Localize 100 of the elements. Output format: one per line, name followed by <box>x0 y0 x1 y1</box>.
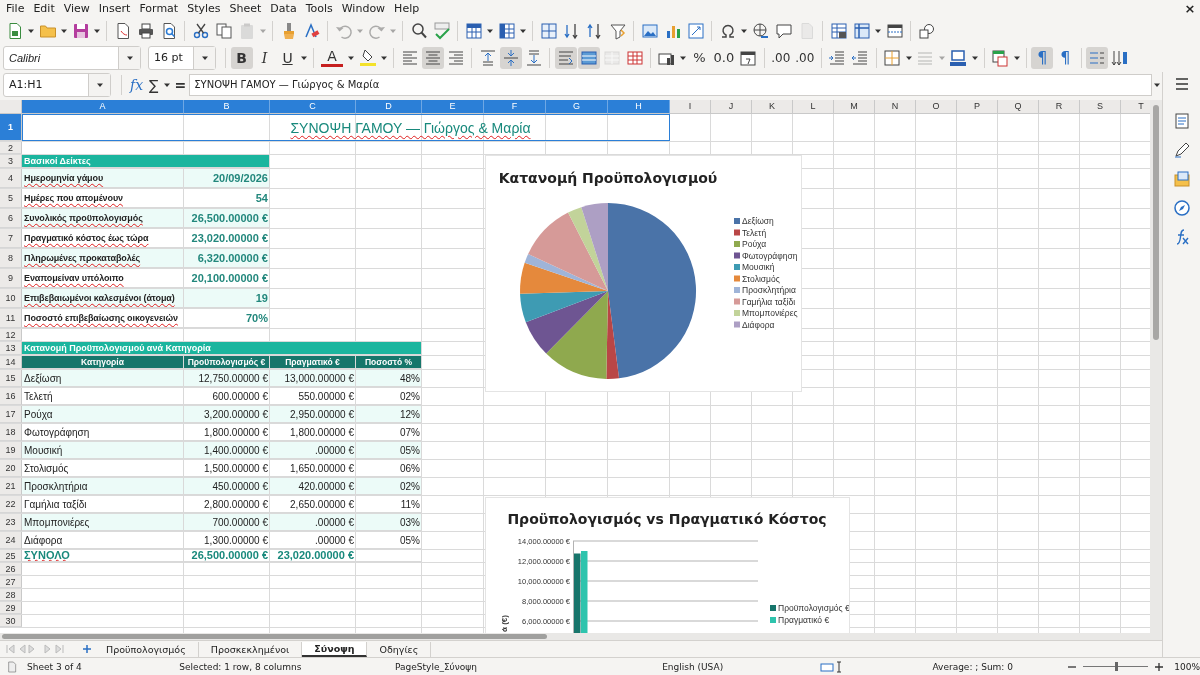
bold-button[interactable]: B <box>230 46 253 69</box>
legend-label: Ρούχα <box>742 239 767 249</box>
table-cell: 1,800.00000 € <box>184 424 270 441</box>
menu-item[interactable]: Insert <box>95 1 137 17</box>
add-sheet-icon[interactable] <box>80 642 94 656</box>
table-cell: 700.00000 € <box>184 514 270 531</box>
column-letter[interactable]: F <box>484 100 546 114</box>
row-number[interactable]: 18 <box>0 424 22 441</box>
menu-item[interactable]: Help <box>391 1 426 17</box>
column-letter[interactable]: J <box>711 100 752 114</box>
row-number[interactable]: 10 <box>0 289 22 308</box>
sheet-tab[interactable]: Σύνοψη <box>302 641 368 657</box>
sheet-tab[interactable]: Οδηγίες <box>367 641 432 657</box>
table-cell: Στολισμός <box>22 460 184 477</box>
legend-label: Προϋπολογισμός € <box>778 603 849 613</box>
status-text: Average: ; Sum: 0 <box>932 661 1014 672</box>
row-number[interactable]: 19 <box>0 442 22 459</box>
menu-item[interactable]: Format <box>136 1 185 17</box>
delete-decimal-button[interactable]: .00 <box>793 46 817 69</box>
column-letter[interactable]: P <box>957 100 998 114</box>
menu-item[interactable]: Window <box>338 1 392 17</box>
menu-item[interactable]: File <box>3 1 31 17</box>
row-number[interactable]: 3 <box>0 155 22 168</box>
row-number[interactable]: 25 <box>0 550 22 562</box>
table-header-cell: Προϋπολογισμός € <box>184 356 270 369</box>
formula-input[interactable]: ΣΥΝΟΨΗ ΓΑΜΟΥ — Γιώργος & Μαρία <box>189 73 1152 96</box>
number-format-button[interactable]: 0.0 <box>711 46 737 69</box>
column-letter[interactable]: R <box>1039 100 1080 114</box>
zoom-slider-handle[interactable] <box>1114 662 1118 671</box>
row-number[interactable]: 8 <box>0 249 22 268</box>
legend-label: Φωτογράφηση <box>742 250 798 261</box>
column-letter[interactable]: G <box>546 100 608 114</box>
sheet-tab[interactable]: Προϋπολογισμός <box>94 641 199 657</box>
column-letter[interactable]: N <box>875 100 916 114</box>
row-number[interactable]: 14 <box>0 356 22 369</box>
table-cell: 600.00000 € <box>184 388 270 405</box>
merged-cells-icon[interactable] <box>577 46 600 69</box>
row-number[interactable]: 26 <box>0 563 22 575</box>
menu-item[interactable]: Styles <box>184 1 227 17</box>
column-letter[interactable]: O <box>916 100 957 114</box>
row-number[interactable]: 13 <box>0 342 22 355</box>
menu-item[interactable]: View <box>60 1 96 17</box>
row-number[interactable]: 12 <box>0 329 22 341</box>
column-letter[interactable]: L <box>793 100 834 114</box>
row-number[interactable]: 17 <box>0 406 22 423</box>
table-cell: 1,500.00000 € <box>184 460 270 477</box>
column-letter[interactable]: E <box>422 100 484 114</box>
row-number[interactable]: 30 <box>0 615 22 627</box>
column-letter[interactable]: Q <box>998 100 1039 114</box>
row-number[interactable]: 15 <box>0 370 22 387</box>
row-number[interactable]: 5 <box>0 189 22 208</box>
row-number[interactable]: 4 <box>0 169 22 188</box>
section-header: Βασικοί Δείκτες <box>22 155 270 168</box>
table-cell: 2,950.00000 € <box>270 406 356 423</box>
close-button[interactable]: × <box>1180 1 1200 17</box>
column-letter[interactable]: D <box>356 100 422 114</box>
italic-button[interactable]: I <box>253 46 276 69</box>
row-number[interactable]: 2 <box>0 142 22 154</box>
menu-item[interactable]: Sheet <box>226 1 268 17</box>
row-number[interactable]: 9 <box>0 269 22 288</box>
row-number[interactable]: 27 <box>0 576 22 588</box>
menu-item[interactable]: Edit <box>30 1 61 17</box>
row-number[interactable]: 24 <box>0 532 22 549</box>
row-number[interactable]: 6 <box>0 209 22 228</box>
row-number[interactable]: 16 <box>0 388 22 405</box>
sum-button[interactable]: ∑ <box>146 73 162 96</box>
row-number[interactable]: 11 <box>0 309 22 328</box>
menu-item[interactable]: Tools <box>302 1 339 17</box>
add-decimal-button[interactable]: .00 <box>769 46 793 69</box>
table-cell: 1,650.00000 € <box>270 460 356 477</box>
row-number[interactable]: 7 <box>0 229 22 248</box>
function-wizard-button[interactable]: fx <box>127 73 147 96</box>
column-letter[interactable]: A <box>22 100 184 114</box>
right-to-left-button[interactable]: ¶ <box>1054 46 1077 69</box>
underline-button[interactable]: U <box>276 46 299 69</box>
menu-item[interactable]: Data <box>267 1 303 17</box>
row-number[interactable]: 23 <box>0 514 22 531</box>
row-number[interactable]: 29 <box>0 602 22 614</box>
percent-button[interactable]: % <box>688 46 711 69</box>
column-letter[interactable]: B <box>184 100 270 114</box>
align-middle-icon[interactable] <box>499 46 522 69</box>
table-cell: 23,020.00000 € <box>184 229 270 248</box>
column-letter[interactable]: I <box>670 100 711 114</box>
text-flow-icon[interactable] <box>1086 46 1109 69</box>
formula-button[interactable]: = <box>171 73 190 96</box>
legend-label: Διάφορα <box>742 319 775 330</box>
row-number[interactable]: 1 <box>0 114 22 141</box>
row-number[interactable]: 28 <box>0 589 22 601</box>
column-letter[interactable]: M <box>834 100 875 114</box>
column-letter[interactable]: T <box>1121 100 1150 114</box>
column-letter[interactable]: C <box>270 100 356 114</box>
row-number[interactable]: 21 <box>0 478 22 495</box>
column-letter[interactable]: H <box>608 100 670 114</box>
zoom-in-icon[interactable] <box>1154 661 1165 672</box>
wrap-text-icon[interactable] <box>554 46 577 69</box>
column-letter[interactable]: K <box>752 100 793 114</box>
column-letter[interactable]: S <box>1080 100 1121 114</box>
font-color-button[interactable]: A <box>321 48 343 67</box>
row-number[interactable]: 22 <box>0 496 22 513</box>
row-number[interactable]: 20 <box>0 460 22 477</box>
